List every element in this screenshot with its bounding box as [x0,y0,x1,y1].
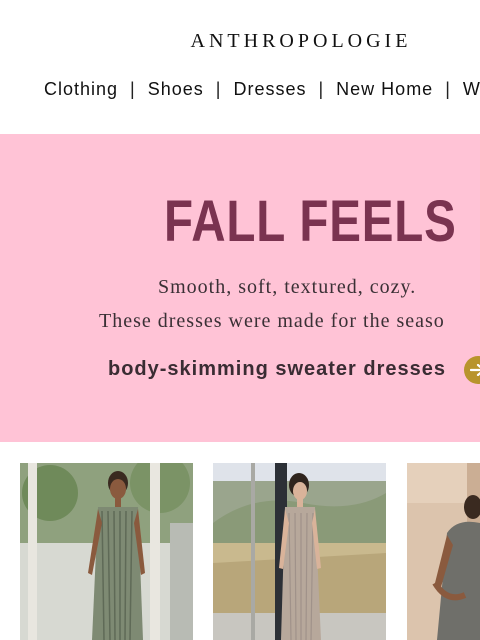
nav-separator: | [318,79,325,99]
nav-separator: | [130,79,136,99]
nav-item-new-home[interactable]: New Home [336,79,433,100]
product-image-row [0,442,480,640]
arrow-right-icon[interactable] [464,356,480,384]
product-image-1[interactable] [20,463,193,640]
hero-subline-2: These dresses were made for the seaso [99,310,445,332]
nav-separator: | [215,79,222,99]
hero-subline-1: Smooth, soft, textured, cozy. [158,276,417,298]
product-image-3[interactable] [407,463,480,640]
nav-separator: | [445,79,451,99]
hero-banner[interactable]: FALL FEELS Smooth, soft, textured, cozy.… [0,134,480,442]
product-image-2[interactable] [213,463,386,640]
nav-item-clothing[interactable]: Clothing [44,79,118,100]
nav-item-dresses[interactable]: Dresses [233,79,306,100]
hero-cta-link[interactable]: body-skimming sweater dresses [108,358,446,381]
brand-logo[interactable]: ANTHROPOLOGIE [0,30,480,53]
nav-item-shoes[interactable]: Shoes [148,79,204,100]
hero-headline: FALL FEELS [164,189,457,254]
nav-item-truncated[interactable]: W [463,79,480,100]
main-nav: Clothing | Shoes | Dresses | New Home | W [44,79,480,100]
site-header: ANTHROPOLOGIE Clothing | Shoes | Dresses | New… [0,0,480,134]
